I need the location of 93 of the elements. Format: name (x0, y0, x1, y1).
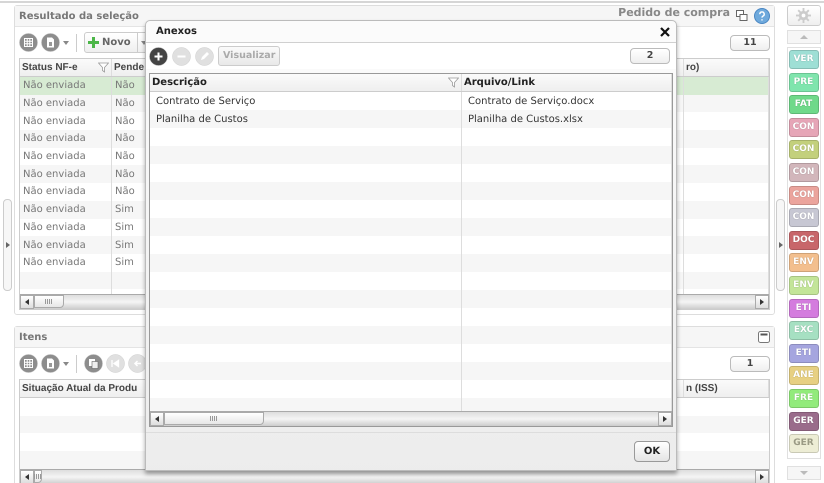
column-header[interactable]: Situação Atual da Produ (22, 381, 138, 396)
table-cell-text: Não enviada (23, 256, 86, 270)
scroll-left-button[interactable] (20, 295, 34, 309)
tag-button[interactable]: ETI (788, 344, 818, 363)
table-cell-text: Não enviada (23, 203, 86, 218)
help-icon[interactable] (754, 8, 770, 24)
arrow-left-icon (155, 416, 159, 422)
table-cell-text: Não enviada (23, 238, 86, 253)
table-row[interactable]: Planilha de Custos Planilha de Custos.xlsx (150, 110, 672, 128)
table-cell-text: Não enviada (23, 114, 86, 129)
document-icon[interactable] (41, 354, 60, 373)
grid-icon[interactable] (19, 33, 38, 52)
table-cell-text: Não (115, 79, 135, 94)
grip-icon (45, 299, 53, 304)
table-cell-text: Não (115, 150, 135, 164)
arrow-down-icon (800, 471, 808, 475)
arrow-right-icon (760, 299, 764, 305)
caret-icon[interactable] (63, 40, 69, 44)
table-cell-text: Não enviada (23, 79, 86, 94)
column-header[interactable]: Descrição (152, 75, 207, 90)
column-header[interactable]: Pende (114, 60, 144, 75)
arrow-left-icon (25, 299, 29, 305)
scrollbar-thumb[interactable] (164, 412, 264, 425)
horizontal-scrollbar[interactable] (150, 411, 672, 426)
arrow-right-icon (778, 242, 782, 248)
tag-button[interactable]: ETI (788, 298, 818, 318)
copy-icon[interactable] (84, 354, 103, 373)
table-cell-text: Planilha de Custos (156, 112, 248, 126)
maximize-icon[interactable] (758, 331, 770, 343)
table-cell-text: Sim (115, 203, 134, 218)
column-header[interactable]: Arquivo/Link (464, 75, 535, 90)
column-header[interactable]: Status NF-e (22, 60, 78, 75)
scroll-right-button[interactable] (755, 470, 769, 483)
table-cell-text: Não (115, 114, 135, 129)
grip-icon (210, 416, 218, 421)
arrow-left-icon (25, 474, 29, 480)
table-cell-text: Não enviada (23, 150, 86, 164)
record-count: 11 (730, 34, 770, 50)
table-cell-text: Não enviada (23, 168, 86, 182)
table-cell-text: Não enviada (23, 185, 86, 200)
document-icon[interactable] (41, 33, 60, 52)
tag-button[interactable]: DOC (788, 230, 818, 250)
scrollbar-thumb[interactable] (34, 470, 42, 483)
back-icon[interactable] (128, 354, 147, 373)
table-cell-text: Contrato de Serviço.docx (468, 94, 594, 108)
arrow-right-icon (6, 242, 10, 248)
table-cell-text: Não enviada (23, 132, 86, 146)
table-cell-text: Não (115, 168, 135, 182)
table-cell-text: Sim (115, 238, 134, 253)
tag-button[interactable]: GER (788, 434, 818, 454)
scroll-right-button[interactable] (755, 295, 769, 309)
grip-icon (34, 474, 42, 479)
column-header[interactable]: n (ISS) (686, 381, 718, 396)
table-cell-text: Não enviada (23, 220, 86, 235)
settings-icon (796, 8, 811, 23)
panel-title: Itens (19, 330, 48, 344)
table-cell-text: Planilha de Custos.xlsx (468, 112, 583, 126)
panel-title: Resultado da seleção (19, 10, 139, 24)
close-icon (660, 26, 670, 36)
add-icon[interactable] (149, 46, 168, 66)
record-count: 1 (730, 356, 770, 372)
collapse-handle[interactable] (776, 199, 785, 291)
scroll-left-button[interactable] (20, 470, 34, 483)
collapse-handle[interactable] (3, 199, 12, 291)
table-cell-text: Não (115, 185, 135, 200)
filter-icon[interactable] (98, 62, 109, 73)
tag-button[interactable]: CON (788, 118, 818, 137)
arrow-right-icon (760, 474, 764, 480)
tag-button[interactable]: GER (788, 412, 818, 430)
record-count: 2 (630, 48, 670, 64)
scroll-left-button[interactable] (150, 412, 164, 426)
windows-icon[interactable] (736, 10, 748, 22)
table-cell-text: Não enviada (23, 97, 86, 112)
plus-icon (88, 37, 99, 48)
column-header[interactable]: ro) (686, 60, 700, 75)
scroll-down-button[interactable] (786, 466, 820, 480)
context-title: Pedido de compra (618, 7, 730, 19)
scroll-up-button[interactable] (786, 30, 820, 44)
arrow-right-icon (663, 416, 667, 422)
ok-button[interactable]: OK (634, 441, 670, 462)
close-button[interactable] (660, 26, 670, 36)
grid-icon[interactable] (19, 354, 38, 373)
table-cell-text: Não (115, 132, 135, 146)
tag-button[interactable]: CON (788, 186, 818, 205)
caret-icon[interactable] (63, 362, 69, 366)
scrollbar-thumb[interactable] (34, 295, 64, 308)
dialog-title: Anexos (156, 25, 197, 39)
table-cell-text: Sim (115, 220, 134, 235)
table-cell-text: Contrato de Serviço (156, 94, 256, 108)
table-cell-text: Sim (115, 256, 134, 270)
scroll-right-button[interactable] (658, 412, 672, 426)
arrow-up-icon (800, 35, 808, 39)
table-cell-text: Não (115, 97, 135, 112)
